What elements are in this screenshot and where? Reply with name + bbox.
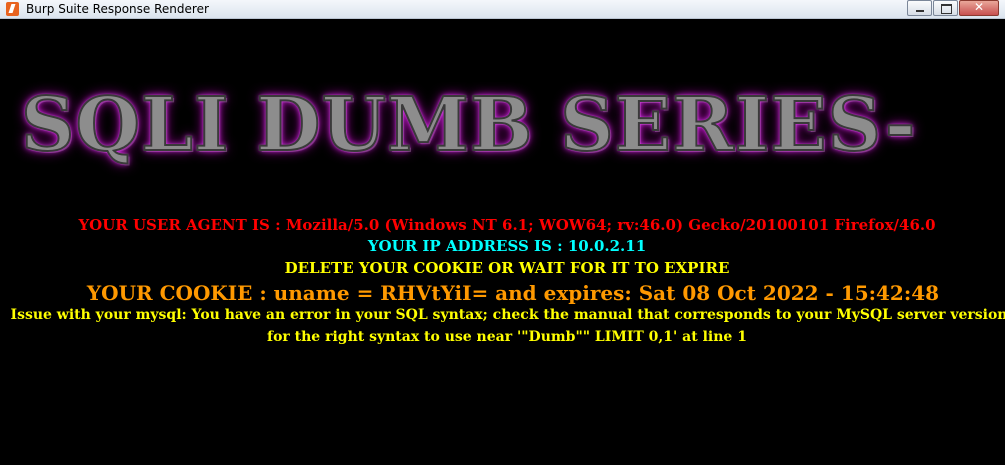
window-controls: ✕: [906, 0, 999, 17]
title-bar[interactable]: Burp Suite Response Renderer ✕: [0, 0, 1005, 19]
mysql-error-line-2: for the right syntax to use near '"Dumb"…: [267, 329, 747, 345]
renderer-window: Burp Suite Response Renderer ✕ SQLI DUMB…: [0, 0, 1005, 465]
minimize-icon: [916, 10, 924, 12]
window-title: Burp Suite Response Renderer: [26, 2, 209, 16]
page-banner: SQLI DUMB SERIES-: [20, 81, 917, 169]
close-icon: ✕: [973, 0, 985, 14]
mysql-error-line-1: Issue with your mysql: You have an error…: [10, 307, 1005, 323]
delete-cookie-notice: DELETE YOUR COOKIE OR WAIT FOR IT TO EXP…: [284, 259, 730, 277]
maximize-button[interactable]: [933, 0, 958, 16]
burp-suite-icon: [6, 2, 19, 16]
maximize-icon: [941, 4, 952, 14]
cookie-text: YOUR COOKIE : uname = RHVtYiI= and expir…: [86, 281, 940, 305]
ip-address-text: YOUR IP ADDRESS IS : 10.0.2.11: [367, 237, 647, 255]
user-agent-text: YOUR USER AGENT IS : Mozilla/5.0 (Window…: [78, 216, 936, 234]
rendered-response[interactable]: SQLI DUMB SERIES- YOUR USER AGENT IS : M…: [7, 19, 1005, 465]
minimize-button[interactable]: [907, 0, 932, 16]
close-button[interactable]: ✕: [959, 0, 999, 16]
